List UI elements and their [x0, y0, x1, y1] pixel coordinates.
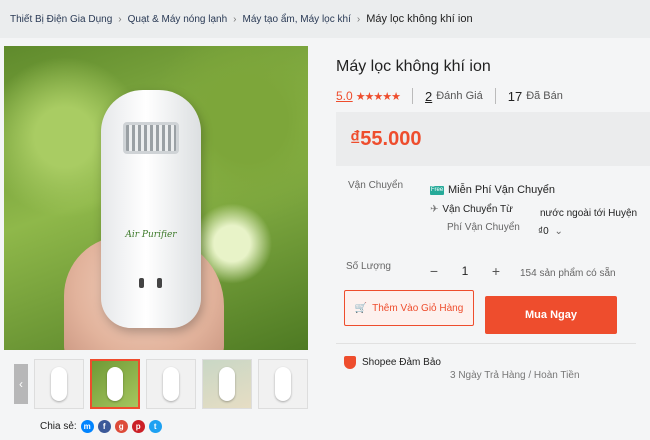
free-shipping-icon: Free [430, 185, 444, 195]
review-label: Đánh Giá [436, 90, 483, 102]
air-purifier-image: Air Purifier [101, 90, 201, 328]
shipping-from-value: nước ngoài tới Huyện [540, 208, 638, 219]
cart-icon: 🛒 [354, 302, 368, 314]
quantity-input[interactable]: 1 [448, 260, 482, 282]
shipping-fee-dropdown[interactable]: ₫0 ⌄ [538, 226, 563, 237]
messenger-icon[interactable]: m [80, 420, 94, 433]
twitter-icon[interactable]: t [148, 420, 162, 433]
chevron-left-icon[interactable]: ‹ [14, 364, 28, 404]
price-box: ₫55.000 [336, 112, 650, 166]
quantity-label: Số Lượng [346, 261, 391, 272]
chevron-right-icon: › [356, 13, 361, 25]
breadcrumb: Thiết Bị Điện Gia Dụng › Quạt & Máy nóng… [0, 0, 650, 38]
free-shipping: Free Miễn Phí Vận Chuyển [430, 184, 555, 196]
breadcrumb-current: Máy lọc không khí ion [366, 13, 473, 25]
divider [412, 88, 413, 104]
star-rating-icon: ★★★★★ [355, 90, 401, 103]
product-main-image[interactable]: Air Purifier [4, 46, 308, 350]
thumbnail[interactable] [146, 359, 196, 409]
shipping-from[interactable]: ✈ Vận Chuyển Từ [430, 204, 513, 215]
rating-score[interactable]: 5.0 [336, 89, 353, 103]
thumbnail[interactable] [202, 359, 252, 409]
pinterest-icon[interactable]: p [131, 420, 145, 433]
truck-icon: ✈ [430, 204, 439, 215]
add-to-cart-button[interactable]: 🛒 Thêm Vào Giỏ Hàng [344, 290, 474, 326]
share-label: Chia sẻ: [40, 421, 77, 432]
rating-row: 5.0 ★★★★★ 2 Đánh Giá 17 Đã Bán [336, 88, 563, 104]
share-bar: Chia sẻ: m f g p t [40, 420, 162, 433]
shipping-fee-label: Phí Vận Chuyển [447, 222, 520, 233]
device-led [139, 278, 144, 288]
device-vent [123, 122, 179, 154]
minus-button[interactable]: − [420, 260, 448, 282]
shipping-from-label: Vận Chuyển Từ [442, 204, 513, 215]
facebook-icon[interactable]: f [97, 420, 111, 433]
guarantee-label: Shopee Đảm Bảo [362, 357, 441, 368]
chevron-down-icon: ⌄ [554, 226, 563, 237]
thumbnail-strip: ‹ [14, 356, 310, 412]
shopee-guarantee[interactable]: Shopee Đảm Bảo [344, 356, 441, 369]
breadcrumb-item-purifiers[interactable]: Máy tạo ẩm, Máy lọc khí [242, 14, 350, 25]
shield-icon [344, 356, 356, 369]
add-to-cart-label: Thêm Vào Giỏ Hàng [372, 302, 464, 314]
chevron-right-icon: › [118, 13, 122, 25]
guarantee-note: 3 Ngày Trả Hàng / Hoàn Tiền [450, 370, 580, 381]
stock-available: 154 sản phẩm có sẵn [520, 268, 616, 279]
free-shipping-text: Miễn Phí Vận Chuyển [448, 184, 556, 196]
thumbnail-active[interactable] [90, 359, 140, 409]
divider [494, 88, 496, 104]
buy-now-button[interactable]: Mua Ngay [485, 296, 617, 334]
quantity-stepper: − 1 + [420, 260, 510, 282]
plus-button[interactable]: + [482, 260, 510, 282]
thumbnail[interactable] [34, 359, 84, 409]
shipping-fee-value: ₫0 [538, 226, 549, 237]
sold-count: 17 [507, 88, 523, 104]
sold-label: Đã Bán [526, 90, 563, 102]
breadcrumb-item-fans[interactable]: Quạt & Máy nóng lạnh [128, 14, 228, 25]
product-price: ₫55.000 [350, 127, 422, 150]
review-count[interactable]: 2 [425, 89, 432, 104]
google-plus-icon[interactable]: g [114, 420, 128, 433]
thumbnail[interactable] [258, 359, 308, 409]
breadcrumb-item-appliances[interactable]: Thiết Bị Điện Gia Dụng [10, 14, 112, 25]
chevron-right-icon: › [233, 13, 237, 25]
divider [336, 343, 636, 344]
product-title: Máy lọc không khí ion [336, 58, 491, 75]
device-brand-logo: Air Purifier [125, 230, 177, 240]
device-led [157, 278, 162, 288]
shipping-label: Vận Chuyển [348, 180, 404, 191]
